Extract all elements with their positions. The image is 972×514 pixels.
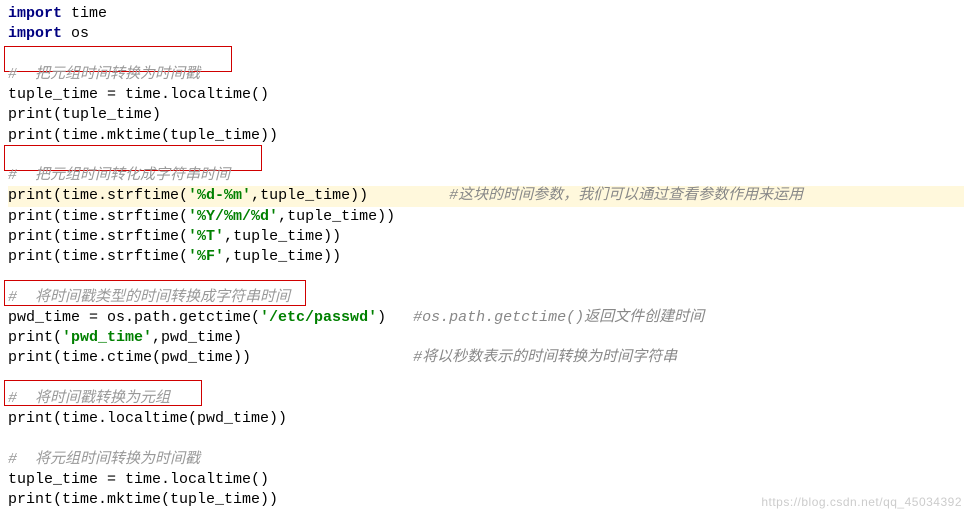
code-line: tuple_time = time.localtime() [8,85,964,105]
blank-line [8,369,964,389]
code-text: ,pwd_time) [152,329,242,346]
comment: # 将时间戳类型的时间转换成字符串时间 [8,289,290,306]
string-literal: '%T' [188,228,224,245]
builtin-print: print [8,491,53,508]
string-literal: '%d-%m' [188,187,251,204]
code-text: (time.strftime( [53,187,188,204]
module-name: time [62,5,107,22]
code-text: ,tuple_time)) [224,248,341,265]
comment-line: # 把元组时间转换为时间戳 [8,65,964,85]
blank-line [8,146,964,166]
code-text: (time.mktime(tuple_time)) [53,491,278,508]
builtin-print: print [8,106,53,123]
keyword-import: import [8,25,62,42]
blank-line [8,45,964,65]
comment: # 将时间戳转换为元组 [8,390,170,407]
builtin-print: print [8,127,53,144]
string-literal: '%Y/%m/%d' [188,208,278,225]
code-line: print(time.strftime('%T',tuple_time)) [8,227,964,247]
code-line: pwd_time = os.path.getctime('/etc/passwd… [8,308,964,328]
code-text: (time.localtime(pwd_time)) [53,410,287,427]
code-text: (tuple_time) [53,106,161,123]
comment-line: # 将元组时间转换为时间戳 [8,450,964,470]
builtin-print: print [8,228,53,245]
comment: # 把元组时间转化成字符串时间 [8,167,230,184]
code-text: ,tuple_time)) [278,208,395,225]
code-text: pwd_time = os.path.getctime( [8,309,260,326]
builtin-print: print [8,187,53,204]
blank-line [8,267,964,287]
code-line: print('pwd_time',pwd_time) [8,328,964,348]
string-literal: 'pwd_time' [62,329,152,346]
builtin-print: print [8,208,53,225]
comment-line: # 将时间戳类型的时间转换成字符串时间 [8,288,964,308]
code-text: tuple_time = time.localtime() [8,86,269,103]
code-text: ,tuple_time)) [224,228,341,245]
code-line: print(tuple_time) [8,105,964,125]
code-line-highlighted: print(time.strftime('%d-%m',tuple_time))… [8,186,964,206]
builtin-print: print [8,329,53,346]
code-text: (time.mktime(tuple_time)) [53,127,278,144]
code-text: tuple_time = time.localtime() [8,471,269,488]
comment: # 把元组时间转换为时间戳 [8,66,200,83]
string-literal: '/etc/passwd' [260,309,377,326]
watermark-text: https://blog.csdn.net/qq_45034392 [761,494,962,510]
code-text: ,tuple_time)) [251,187,368,204]
code-line: print(time.strftime('%F',tuple_time)) [8,247,964,267]
comment: # 将元组时间转换为时间戳 [8,451,200,468]
code-text: (time.ctime(pwd_time)) [53,349,251,366]
comment-line: # 把元组时间转化成字符串时间 [8,166,964,186]
code-line: print(time.ctime(pwd_time)) #将以秒数表示的时间转换… [8,348,964,368]
inline-comment: #os.path.getctime()返回文件创建时间 [413,309,704,326]
code-text: (time.strftime( [53,208,188,225]
string-literal: '%F' [188,248,224,265]
comment-line: # 将时间戳转换为元组 [8,389,964,409]
keyword-import: import [8,5,62,22]
builtin-print: print [8,349,53,366]
module-name: os [62,25,89,42]
code-line: tuple_time = time.localtime() [8,470,964,490]
builtin-print: print [8,248,53,265]
code-line: import time [8,4,964,24]
inline-comment: #将以秒数表示的时间转换为时间字符串 [413,349,677,366]
code-text: (time.strftime( [53,248,188,265]
code-text: ) [377,309,386,326]
builtin-print: print [8,410,53,427]
inline-comment: #这块的时间参数，我们可以通过查看参数作用来运用 [449,187,803,204]
code-text: ( [53,329,62,346]
blank-line [8,429,964,449]
code-line: print(time.mktime(tuple_time)) [8,126,964,146]
code-text: (time.strftime( [53,228,188,245]
code-line: import os [8,24,964,44]
code-line: print(time.localtime(pwd_time)) [8,409,964,429]
code-line: print(time.strftime('%Y/%m/%d',tuple_tim… [8,207,964,227]
